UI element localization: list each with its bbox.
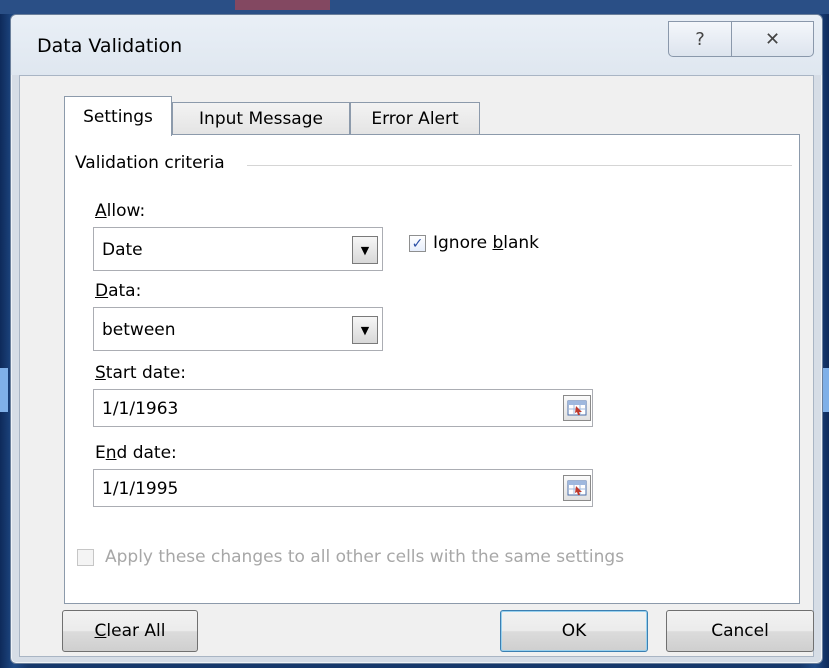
window-top-strip (0, 0, 829, 14)
background-glow-left (0, 368, 8, 412)
clear-all-button[interactable]: Clear All (62, 610, 198, 652)
help-button[interactable]: ? (668, 21, 732, 57)
ok-label: OK (561, 621, 587, 641)
title-bar[interactable]: Data Validation ? ✕ (11, 15, 822, 75)
data-select[interactable]: between ▼ (93, 307, 383, 351)
start-date-range-button[interactable] (563, 395, 591, 421)
allow-dropdown-button[interactable]: ▼ (352, 236, 378, 264)
start-date-input[interactable]: 1/1/1963 (93, 389, 593, 427)
ignore-blank-checkbox[interactable]: ✓ (409, 235, 426, 252)
cancel-button[interactable]: Cancel (666, 610, 814, 652)
chevron-down-icon: ▼ (360, 323, 370, 337)
tab-settings[interactable]: Settings (64, 96, 172, 136)
tab-input-message[interactable]: Input Message (172, 102, 350, 134)
data-value: between (102, 320, 176, 340)
help-icon: ? (695, 28, 705, 50)
data-label: Data: (95, 281, 142, 301)
close-button[interactable]: ✕ (732, 21, 814, 57)
end-date-value: 1/1/1995 (102, 479, 179, 499)
allow-select[interactable]: Date ▼ (93, 227, 383, 271)
background-highlight (235, 0, 330, 10)
end-date-range-button[interactable] (563, 475, 591, 501)
dialog-client-area: Settings Input Message Error Alert Valid… (19, 75, 814, 657)
settings-panel: Validation criteria Allow: Date ▼ ✓ Igno… (64, 134, 800, 604)
allow-label: Allow: (95, 201, 146, 221)
tab-label: Error Alert (371, 108, 459, 129)
data-dropdown-button[interactable]: ▼ (352, 316, 378, 344)
apply-all-checkbox[interactable] (77, 549, 94, 566)
cancel-label: Cancel (711, 621, 769, 641)
validation-criteria-label: Validation criteria (75, 153, 235, 173)
ok-button[interactable]: OK (500, 610, 648, 652)
clear-all-label: Clear All (94, 621, 166, 641)
tab-error-alert[interactable]: Error Alert (350, 102, 480, 134)
tab-label: Input Message (199, 108, 323, 129)
tab-label: Settings (83, 106, 153, 127)
range-select-icon (567, 400, 587, 416)
allow-value: Date (102, 240, 143, 260)
range-select-icon (567, 480, 587, 496)
checkmark-icon: ✓ (411, 235, 424, 252)
start-date-label: Start date: (95, 363, 186, 383)
end-date-label: End date: (95, 443, 177, 463)
dialog-title: Data Validation (37, 35, 183, 57)
start-date-value: 1/1/1963 (102, 399, 179, 419)
data-validation-dialog: Data Validation ? ✕ Settings Input Messa… (10, 14, 823, 664)
close-icon: ✕ (764, 28, 781, 50)
ignore-blank-label[interactable]: Ignore blank (433, 233, 539, 253)
chevron-down-icon: ▼ (360, 243, 370, 257)
group-divider (247, 165, 792, 166)
end-date-input[interactable]: 1/1/1995 (93, 469, 593, 507)
apply-all-label: Apply these changes to all other cells w… (105, 547, 625, 567)
